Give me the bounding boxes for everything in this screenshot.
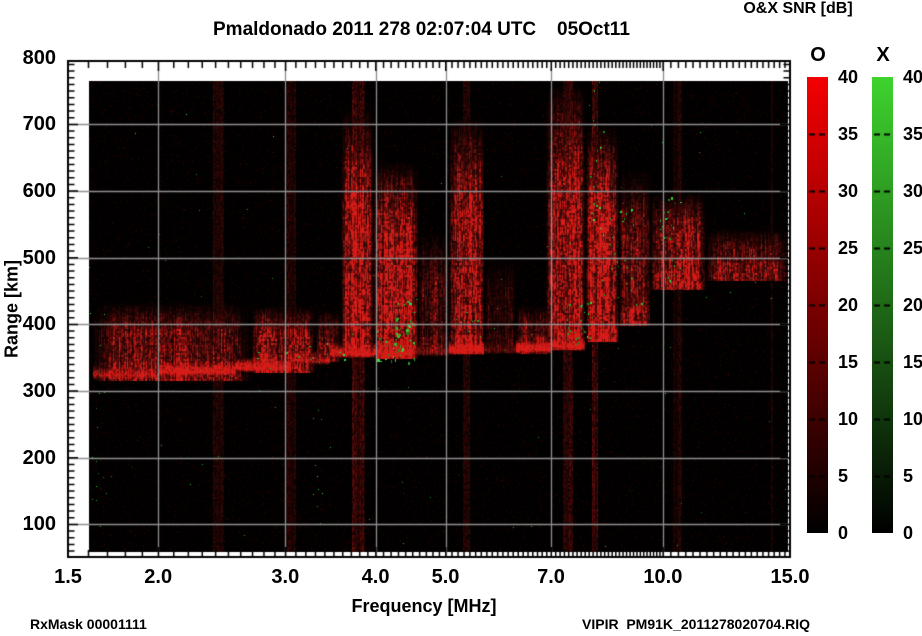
y-tick-label: 700 [10, 113, 56, 135]
ionogram-plot-page: Pmaldonado 2011 278 02:07:04 UTC 05Oct11… [0, 0, 922, 636]
colorbar-x-tick-label: 0 [903, 522, 922, 544]
colorbar-o-tick-label: 30 [838, 180, 882, 202]
colorbar-o-tick-label: 25 [838, 237, 882, 259]
colorbar-x-tick-label: 35 [903, 123, 922, 145]
footer-filename: VIPIR PM91K_2011278020704.RIQ [582, 616, 810, 632]
colorbar-x-tick-label: 30 [903, 180, 922, 202]
footer-rxmask: RxMask 00001111 [30, 616, 147, 632]
x-tick-label: 3.0 [271, 566, 299, 588]
colorbar-x-tick-label: 5 [903, 465, 922, 487]
y-tick-label: 200 [10, 447, 56, 469]
colorbar-o-tick-label: 0 [838, 522, 882, 544]
y-tick-label: 500 [10, 247, 56, 269]
y-tick-label: 800 [10, 47, 56, 69]
colorbar-x-title: X [876, 44, 889, 67]
colorbar-x-tick-label: 15 [903, 351, 922, 373]
y-tick-label: 400 [10, 313, 56, 335]
y-axis-title: Range [km] [2, 260, 23, 358]
colorbar-header: O&X SNR [dB] [743, 0, 852, 18]
colorbar-o-tick-label: 20 [838, 294, 882, 316]
colorbar-o-tick-label: 15 [838, 351, 882, 373]
colorbar-x-tick-label: 10 [903, 408, 922, 430]
colorbar-o-tick-label: 10 [838, 408, 882, 430]
x-tick-label: 10.0 [643, 566, 682, 588]
y-tick-label: 100 [10, 513, 56, 535]
x-tick-label: 4.0 [362, 566, 390, 588]
x-axis-title: Frequency [MHz] [351, 596, 496, 617]
x-tick-label: 7.0 [537, 566, 565, 588]
colorbar-o-title: O [810, 44, 826, 67]
colorbar-o-tick-label: 5 [838, 465, 882, 487]
x-tick-label: 15.0 [771, 566, 810, 588]
colorbar-x-tick-label: 40 [903, 66, 922, 88]
y-tick-label: 300 [10, 380, 56, 402]
colorbar-o-tick-label: 35 [838, 123, 882, 145]
ionogram-canvas [0, 0, 922, 636]
y-tick-label: 600 [10, 180, 56, 202]
plot-title: Pmaldonado 2011 278 02:07:04 UTC [213, 19, 536, 41]
x-tick-label: 2.0 [144, 566, 172, 588]
plot-date: 05Oct11 [557, 19, 630, 41]
x-tick-label: 1.5 [54, 566, 82, 588]
x-tick-label: 5.0 [432, 566, 460, 588]
colorbar-x-tick-label: 25 [903, 237, 922, 259]
colorbar-o-tick-label: 40 [838, 66, 882, 88]
colorbar-x-tick-label: 20 [903, 294, 922, 316]
